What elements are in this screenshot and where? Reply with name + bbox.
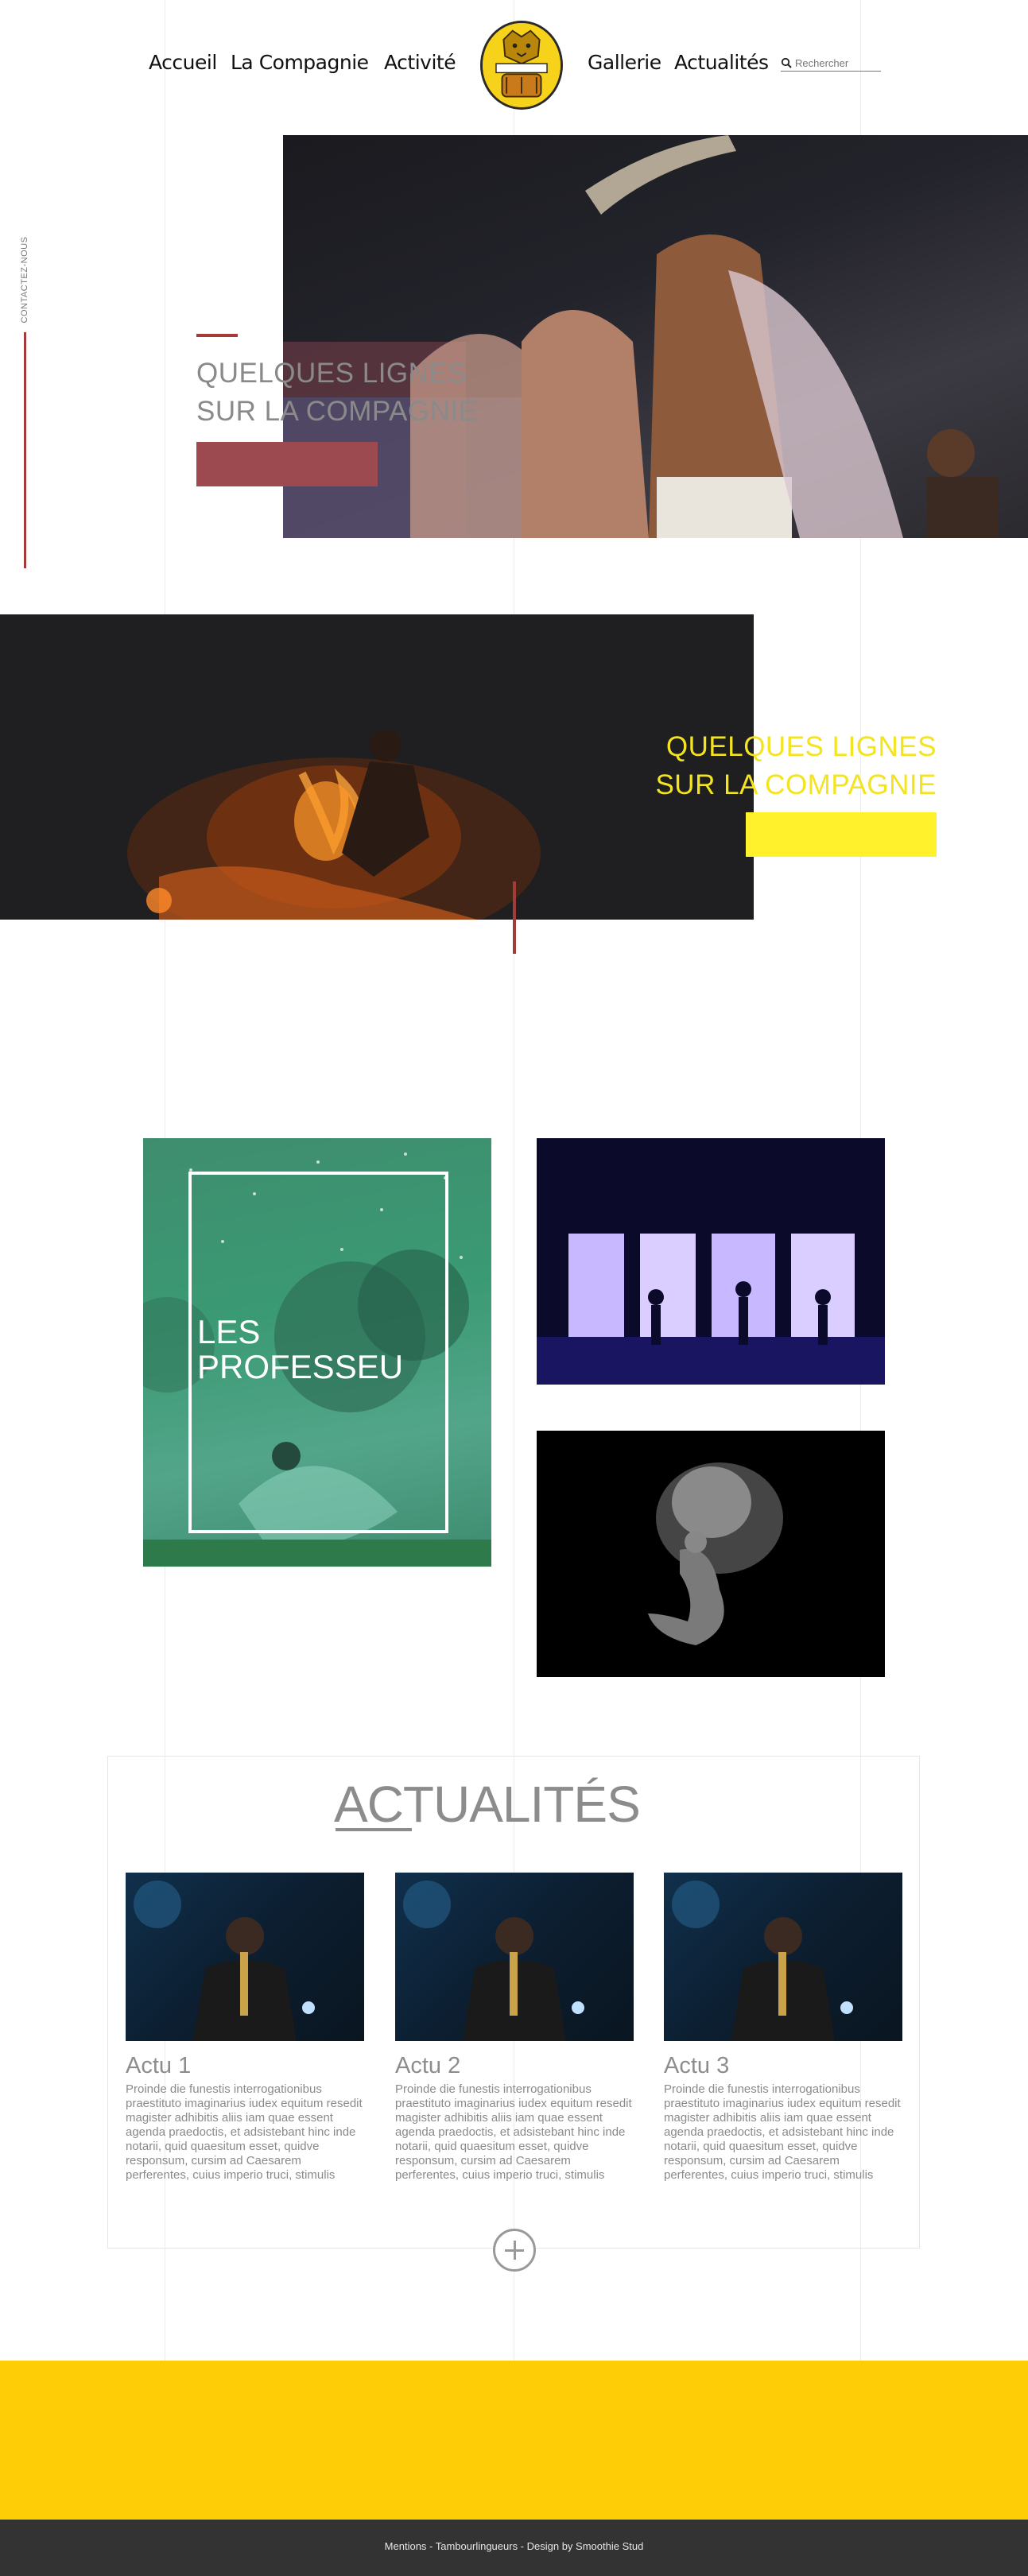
contact-link[interactable]: CONTACTEZ-NOUS: [17, 236, 32, 326]
news-card-title[interactable]: Actu 1: [126, 2053, 191, 2079]
news-title-underline: [336, 1828, 412, 1831]
search-icon[interactable]: [781, 57, 792, 68]
hero1-button[interactable]: [196, 442, 378, 486]
news-card-title[interactable]: Actu 2: [395, 2053, 460, 2079]
footer-text: Mentions - Tambourlingueurs - Design by …: [384, 2540, 644, 2552]
news-card-title[interactable]: Actu 3: [664, 2053, 729, 2079]
nav-link-gallerie[interactable]: Gallerie: [588, 51, 661, 74]
hero-image-performers: [283, 135, 1028, 538]
hero1-title: QUELQUES LIGNES SUR LA COMPAGNIE: [196, 358, 478, 427]
hero2-accent-line: [513, 881, 516, 954]
news-card-text: Proinde die funestis interrogationibus p…: [126, 2082, 363, 2182]
hero2-title: QUELQUES LIGNES SUR LA COMPAGNIE: [655, 731, 937, 800]
search-input[interactable]: [795, 56, 879, 70]
nav-link-activite[interactable]: Activité: [384, 51, 456, 74]
tiger-logo-icon[interactable]: [480, 21, 563, 110]
news-card-image[interactable]: [395, 1873, 634, 2041]
news-card-text: Proinde die funestis interrogationibus p…: [664, 2082, 901, 2182]
search-box: [781, 56, 881, 72]
gallery-image-dancer[interactable]: [537, 1431, 885, 1677]
news-card-text: Proinde die funestis interrogationibus p…: [395, 2082, 632, 2182]
contact-accent-line: [24, 332, 26, 568]
plus-circle-icon[interactable]: [493, 2229, 536, 2272]
hero-image-fire-dancer: [0, 614, 754, 920]
hero1-accent-dash: [196, 334, 238, 337]
nav-link-actualites[interactable]: Actualités: [674, 51, 769, 74]
news-title: ACTUALITÉS: [334, 1776, 641, 1833]
footer-banner: [0, 2361, 1028, 2520]
contact-label: CONTACTEZ-NOUS: [20, 236, 29, 323]
gallery-image-stage[interactable]: [537, 1138, 885, 1385]
news-card-image[interactable]: [126, 1873, 364, 2041]
professeurs-card[interactable]: LES PROFESSEU: [143, 1138, 491, 1567]
nav-link-la-compagnie[interactable]: La Compagnie: [231, 51, 369, 74]
professeurs-label: LES PROFESSEU: [197, 1313, 404, 1385]
nav-link-accueil[interactable]: Accueil: [149, 51, 217, 74]
hero2-button[interactable]: [746, 812, 937, 857]
news-card-image[interactable]: [664, 1873, 902, 2041]
